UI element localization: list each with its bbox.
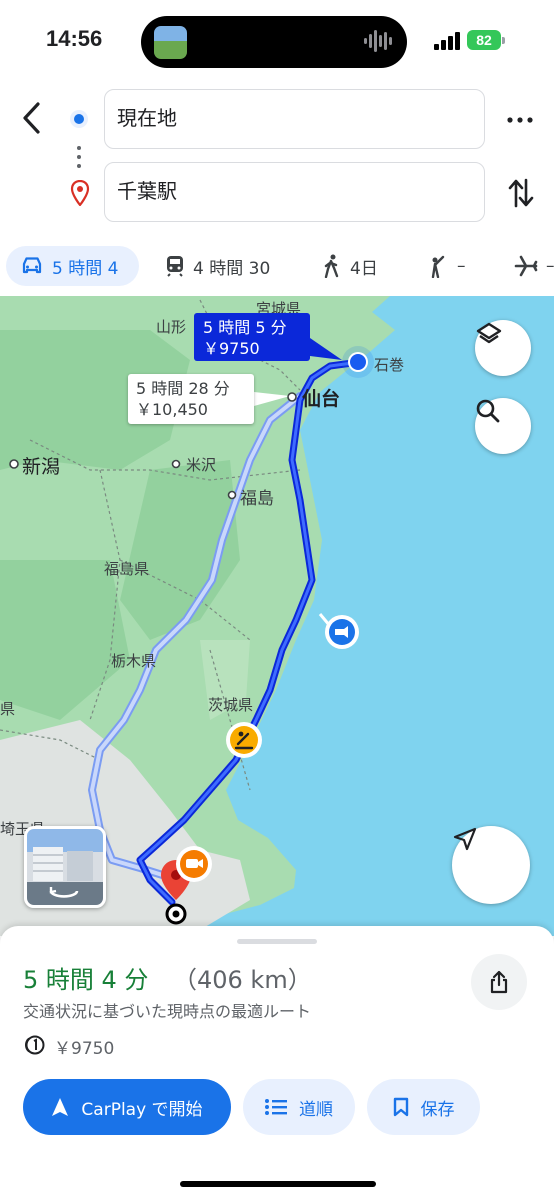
- speed-camera-marker-icon[interactable]: [318, 612, 362, 652]
- fastest-route-time: 5 時間 5 分: [203, 318, 287, 337]
- roadwork-marker-icon[interactable]: [222, 720, 266, 764]
- place-ibaraki: 茨城県: [208, 696, 254, 714]
- steps-button[interactable]: 道順: [243, 1079, 355, 1135]
- audio-wave-icon: [364, 30, 392, 52]
- toll-icon: [25, 1035, 45, 1055]
- tab-drive-label: 5 時間 4: [52, 258, 119, 279]
- fastest-route-callout[interactable]: 5 時間 5 分 ￥9750: [194, 313, 310, 361]
- tab-transit[interactable]: 4 時間 30: [165, 246, 270, 286]
- fastest-route-cost: ￥9750: [203, 339, 260, 358]
- toll-cost: ￥9750: [54, 1039, 115, 1059]
- alternate-route-cost: ￥10,450: [136, 400, 208, 419]
- battery-indicator: 82: [467, 30, 501, 50]
- traffic-camera-marker-icon[interactable]: [172, 844, 216, 888]
- recenter-button[interactable]: [452, 826, 530, 904]
- destination-field[interactable]: 千葉駅: [104, 162, 485, 222]
- share-button[interactable]: [471, 954, 527, 1010]
- place-tochigi: 栃木県: [111, 652, 157, 670]
- street-view-thumbnail[interactable]: [24, 826, 106, 908]
- place-yamagata: 山形: [156, 318, 187, 336]
- carplay-start-button[interactable]: CarPlay で開始: [23, 1079, 231, 1135]
- navigation-arrow-icon: [453, 827, 477, 851]
- place-ishinomaki: 石巻: [374, 356, 405, 374]
- place-gunma: 県: [0, 700, 16, 718]
- search-along-route-button[interactable]: [475, 398, 531, 454]
- tab-drive[interactable]: 5 時間 4: [6, 246, 139, 286]
- layers-icon: [476, 322, 502, 344]
- place-fukushima: 福島: [240, 489, 274, 509]
- route-duration: 5 時間 4 分: [23, 966, 149, 994]
- cellular-signal-icon: [434, 32, 460, 50]
- list-icon: [265, 1099, 287, 1115]
- home-indicator[interactable]: [180, 1181, 376, 1187]
- walk-icon: [324, 254, 339, 278]
- alternate-route-time: 5 時間 28 分: [136, 379, 230, 398]
- tab-ride[interactable]: –: [427, 246, 466, 286]
- place-fukushima-pref: 福島県: [104, 560, 150, 578]
- origin-field[interactable]: 現在地: [104, 89, 485, 149]
- car-icon: [22, 257, 42, 274]
- destination-pin-icon: [70, 180, 90, 206]
- route-distance: （406 km）: [173, 966, 312, 994]
- tab-walk-label: 4日: [350, 258, 378, 279]
- tab-flight[interactable]: –: [514, 246, 554, 286]
- sheet-drag-handle[interactable]: [237, 939, 317, 944]
- search-icon: [476, 399, 500, 423]
- tab-walk[interactable]: 4日: [322, 246, 378, 286]
- street-view-rotate-icon: [33, 847, 93, 898]
- steps-label: 道順: [299, 1099, 333, 1120]
- swap-direction-icon[interactable]: [506, 176, 536, 210]
- place-niigata: 新潟: [22, 456, 61, 478]
- travel-mode-tabs: 5 時間 4 4 時間 30 4日 – –: [0, 240, 554, 296]
- current-location-dot: [342, 346, 374, 378]
- status-time: 14:56: [46, 26, 103, 51]
- now-playing-thumbnail: [154, 26, 187, 59]
- save-button[interactable]: 保存: [367, 1079, 480, 1135]
- tab-ride-label: –: [457, 256, 466, 276]
- place-sendai: 仙台: [302, 388, 341, 410]
- route-description: 交通状況に基づいた現時点の最適ルート: [23, 1002, 312, 1021]
- flight-icon: [514, 255, 538, 277]
- save-label: 保存: [420, 1099, 455, 1120]
- alternate-route-callout[interactable]: 5 時間 28 分 ￥10,450: [128, 374, 254, 424]
- connector-dots-icon: [77, 146, 81, 168]
- share-icon: [490, 970, 508, 994]
- layers-button[interactable]: [475, 320, 531, 376]
- navigation-start-icon: [52, 1098, 69, 1116]
- origin-dot-icon: [70, 110, 88, 128]
- tab-flight-label: –: [546, 256, 554, 276]
- train-icon: [167, 256, 183, 277]
- carplay-start-label: CarPlay で開始: [81, 1099, 203, 1120]
- tab-transit-label: 4 時間 30: [193, 258, 271, 279]
- ride-icon: [431, 255, 445, 278]
- battery-tip: [502, 37, 505, 44]
- place-yonezawa: 米沢: [186, 456, 217, 474]
- back-arrow-icon[interactable]: [14, 98, 50, 138]
- more-options-icon[interactable]: [506, 106, 534, 134]
- bookmark-icon: [393, 1097, 408, 1117]
